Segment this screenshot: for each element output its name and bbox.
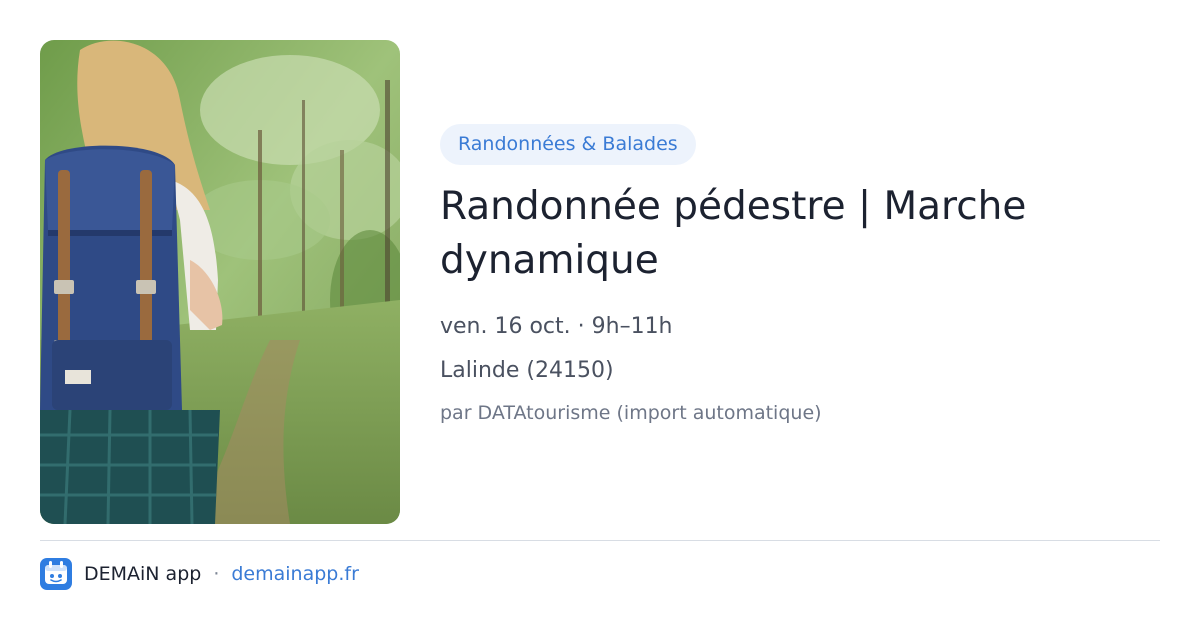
- event-location: Lalinde (24150): [440, 358, 614, 383]
- event-photo: [40, 40, 400, 524]
- event-source: par DATAtourisme (import automatique): [440, 402, 822, 424]
- demain-logo-icon: [40, 558, 72, 590]
- event-datetime: ven. 16 oct. · 9h–11h: [440, 314, 673, 339]
- app-name[interactable]: DEMAiN app: [84, 563, 201, 585]
- footer-divider: [40, 540, 1160, 541]
- site-link[interactable]: demainapp.fr: [231, 563, 359, 585]
- separator: ·: [213, 563, 220, 585]
- footer: DEMAiN app · demainapp.fr: [40, 558, 359, 590]
- event-title: Randonnée pédestre | Marche dynamique: [440, 184, 1027, 283]
- hiker-forest-image: [40, 40, 400, 524]
- category-badge[interactable]: Randonnées & Balades: [440, 124, 696, 165]
